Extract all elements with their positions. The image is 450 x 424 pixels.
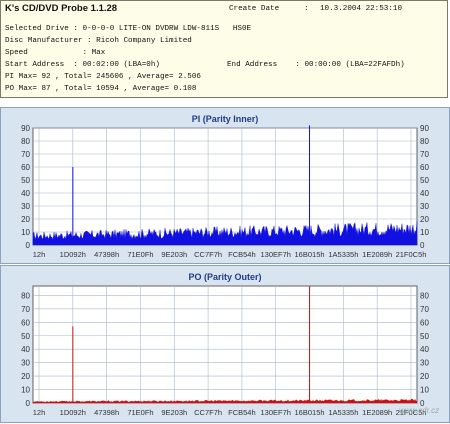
y-tick-label-left: 20	[21, 372, 30, 381]
x-tick-label: 71E0Fh	[127, 250, 153, 259]
plot-area	[32, 127, 418, 246]
app-title: K's CD/DVD Probe 1.1.28	[5, 3, 118, 14]
y-tick-label-left: 60	[21, 163, 30, 172]
y-tick-label-left: 20	[21, 215, 30, 224]
x-tick-label: 12h	[33, 250, 46, 259]
y-tick-label-right: 30	[420, 359, 429, 368]
x-tick-label: 130EF7h	[261, 408, 291, 417]
y-tick-label-right: 40	[420, 345, 429, 354]
x-tick-label: 1D092h	[60, 408, 86, 417]
x-tick-label: 9E203h	[161, 408, 187, 417]
x-tick-label: 16B015h	[295, 408, 325, 417]
y-tick-label-left: 90	[21, 125, 30, 133]
x-tick-label: 21F0C5h	[396, 250, 427, 259]
po-chart-title: PO (Parity Outer)	[188, 272, 262, 282]
y-tick-label-left: 10	[21, 386, 30, 395]
watermark: www.cdr.cz	[399, 406, 440, 415]
y-tick-label-right: 60	[420, 318, 429, 327]
start-address: Start Address : 00:02:00 (LBA=0h)	[5, 61, 160, 69]
y-tick-label-right: 40	[420, 189, 429, 198]
pi-chart-title: PI (Parity Inner)	[191, 114, 259, 124]
x-tick-label: 130EF7h	[261, 250, 291, 259]
po-stats: PO Max= 87 , Total= 10594 , Average= 0.1…	[5, 85, 197, 93]
x-tick-label: 1A5335h	[328, 408, 358, 417]
y-tick-label-left: 70	[21, 150, 30, 159]
x-tick-label: 9E203h	[161, 250, 187, 259]
create-date-sep: :	[304, 5, 309, 13]
x-tick-label: FCB54h	[228, 250, 256, 259]
pi-chart: 0 0 10 10 20 20 30 30 40 40 50 50 60 60 70 70 80 80 90 90 12…	[21, 125, 429, 259]
y-tick-label-left: 30	[21, 359, 30, 368]
x-tick-label: 1D092h	[60, 250, 86, 259]
po-chart: 0 010 1020 2030 3040 4050 5060 6070 7080 8012h 1D0…	[21, 285, 429, 417]
pi-panel: PI (Parity Inner) 0 0 10 10 20 20 30 30 40 40 50 50…	[0, 107, 450, 264]
y-tick-label-left: 40	[21, 189, 30, 198]
y-tick-label-right: 50	[420, 176, 429, 185]
x-tick-label: 12h	[33, 408, 46, 417]
y-tick-label-right: 80	[420, 137, 429, 146]
y-tick-label-right: 20	[420, 215, 429, 224]
y-tick-label-left: 10	[21, 228, 30, 237]
y-tick-label-left: 0	[26, 241, 31, 250]
y-tick-label-left: 60	[21, 318, 30, 327]
selected-drive: Selected Drive : 0-0-0-0 LITE-ON DVDRW L…	[5, 25, 252, 33]
y-tick-label-right: 70	[420, 150, 429, 159]
x-tick-label: 71E0Fh	[127, 408, 153, 417]
y-tick-label-left: 50	[21, 332, 30, 341]
y-tick-label-right: 10	[420, 386, 429, 395]
x-tick-label: 47398h	[94, 250, 119, 259]
x-tick-label: 16B015h	[295, 250, 325, 259]
y-tick-label-left: 0	[26, 399, 31, 408]
y-tick-label-left: 50	[21, 176, 30, 185]
x-tick-label: 1E2089h	[362, 408, 392, 417]
y-tick-label-left: 70	[21, 305, 30, 314]
y-tick-label-right: 20	[420, 372, 429, 381]
y-tick-label-right: 80	[420, 291, 429, 300]
po-panel: PO (Parity Outer) 0 0 10 10 20 20 30 30 40 40 50 50…	[0, 265, 450, 423]
x-tick-label: 47398h	[94, 408, 119, 417]
x-tick-label: CC7F7h	[194, 250, 222, 259]
x-tick-label: 1A5335h	[328, 250, 358, 259]
y-tick-label-right: 0	[420, 241, 425, 250]
y-tick-label-left: 80	[21, 291, 30, 300]
y-tick-label-left: 30	[21, 202, 30, 211]
y-tick-label-left: 40	[21, 345, 30, 354]
y-tick-label-right: 10	[420, 228, 429, 237]
speed: Speed : Max	[5, 49, 106, 57]
info-header: K's CD/DVD Probe 1.1.28 Create Date : 10…	[0, 0, 448, 98]
y-tick-label-right: 60	[420, 163, 429, 172]
create-date-label: Create Date	[229, 5, 280, 13]
y-tick-label-right: 50	[420, 332, 429, 341]
create-date-value: 10.3.2004 22:53:10	[320, 5, 403, 13]
disc-manufacturer: Disc Manufacturer : Ricoh Company Limite…	[5, 37, 192, 45]
end-address: End Address : 00:00:00 (LBA=22FAFDh)	[227, 61, 405, 69]
x-tick-label: 1E2089h	[362, 250, 392, 259]
pi-stats: PI Max= 92 , Total= 245606 , Average= 2.…	[5, 73, 201, 81]
x-tick-label: FCB54h	[228, 408, 256, 417]
y-tick-label-right: 70	[420, 305, 429, 314]
x-tick-label: CC7F7h	[194, 408, 222, 417]
plot-area	[32, 285, 418, 404]
y-tick-label-right: 90	[420, 125, 429, 133]
y-tick-label-right: 30	[420, 202, 429, 211]
y-tick-label-left: 80	[21, 137, 30, 146]
